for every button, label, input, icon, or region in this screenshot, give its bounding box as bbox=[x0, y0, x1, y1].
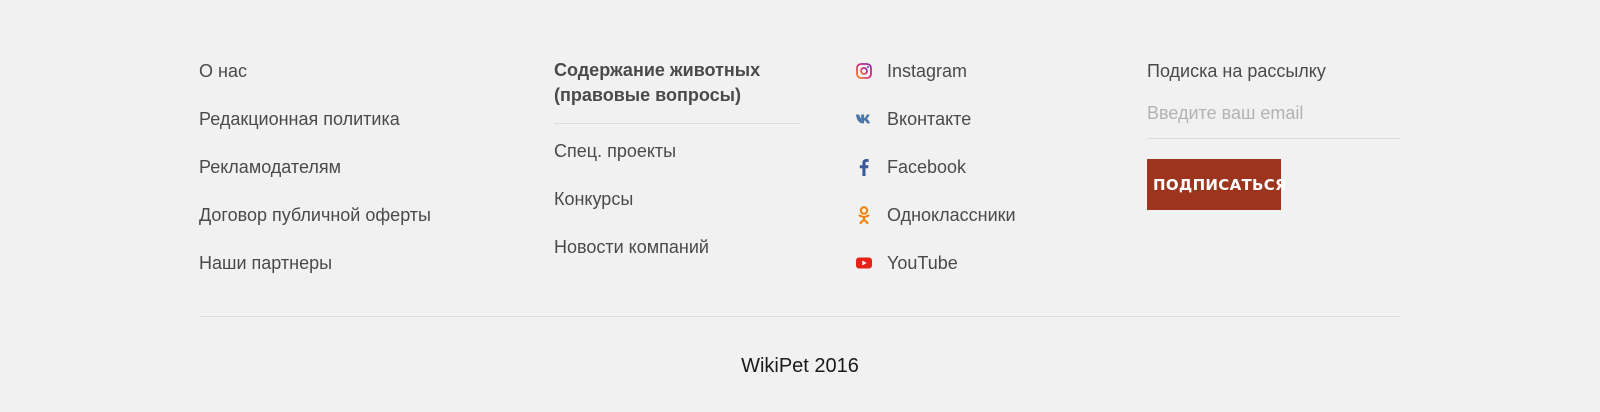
social-label: Facebook bbox=[887, 157, 967, 177]
social-label: Вконтакте bbox=[887, 109, 972, 129]
social-vkontakte[interactable]: Вконтакте bbox=[855, 106, 1115, 132]
link-animal-keeping-legal[interactable]: Содержание животных (правовые вопросы) bbox=[554, 58, 800, 124]
social-youtube[interactable]: YouTube bbox=[855, 250, 1115, 276]
subscribe-button[interactable]: ПОДПИСАТЬСЯ bbox=[1147, 159, 1287, 210]
link-about-us[interactable]: О нас bbox=[199, 58, 529, 84]
newsletter-title: Подиска на рассылку bbox=[1147, 61, 1326, 81]
email-field[interactable] bbox=[1147, 100, 1400, 139]
link-contests[interactable]: Конкурсы bbox=[554, 186, 800, 212]
site-footer: О нас Редакционная политика Рекламодател… bbox=[0, 0, 1600, 412]
vk-icon bbox=[855, 110, 873, 128]
social-instagram[interactable]: Instagram bbox=[855, 58, 1115, 84]
copyright-text: WikiPet 2016 bbox=[741, 355, 859, 377]
social-label: Instagram bbox=[887, 61, 968, 81]
link-public-offer[interactable]: Договор публичной оферты bbox=[199, 202, 529, 228]
footer-social-links: Instagram Вконтакте Facebook Одноклассни… bbox=[855, 58, 1115, 298]
newsletter-form: Подиска на рассылку ПОДПИСАТЬСЯ bbox=[1147, 58, 1400, 210]
footer-about-links: О нас Редакционная политика Рекламодател… bbox=[199, 58, 529, 298]
odnoklassniki-icon bbox=[855, 206, 873, 224]
link-editorial-policy[interactable]: Редакционная политика bbox=[199, 106, 529, 132]
instagram-icon bbox=[855, 62, 873, 80]
social-label: YouTube bbox=[887, 253, 958, 273]
footer-content-links: Содержание животных (правовые вопросы) С… bbox=[554, 58, 800, 282]
social-label: Одноклассники bbox=[887, 205, 1016, 225]
youtube-icon bbox=[855, 254, 873, 272]
social-odnoklassniki[interactable]: Одноклассники bbox=[855, 202, 1115, 228]
social-facebook[interactable]: Facebook bbox=[855, 154, 1115, 180]
footer-divider bbox=[199, 316, 1400, 317]
link-partners[interactable]: Наши партнеры bbox=[199, 250, 529, 276]
facebook-icon bbox=[855, 158, 873, 176]
link-advertisers[interactable]: Рекламодателям bbox=[199, 154, 529, 180]
link-company-news[interactable]: Новости компаний bbox=[554, 234, 800, 260]
link-special-projects[interactable]: Спец. проекты bbox=[554, 138, 800, 164]
